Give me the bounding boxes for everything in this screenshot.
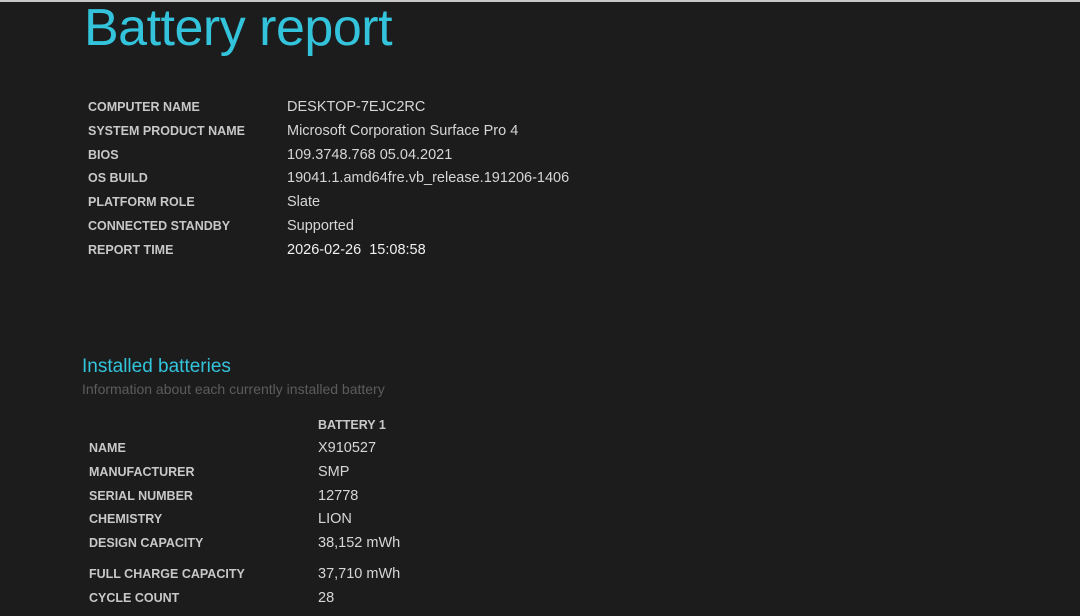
battery-label: CHEMISTRY — [89, 512, 163, 527]
battery-label: MANUFACTURER — [89, 464, 195, 479]
battery-value: 12778 — [318, 487, 359, 504]
battery-column-header: BATTERY 1 — [318, 418, 386, 432]
battery-label: DESIGN CAPACITY — [89, 536, 204, 551]
info-value: DESKTOP-7EJC2RC — [287, 99, 426, 115]
info-value: 2026-02-26 15:08:58 — [287, 241, 426, 258]
battery-value: X910527 — [318, 440, 377, 456]
info-label: OS BUILD — [88, 171, 148, 186]
installed-batteries-subtitle: Information about each currently install… — [82, 381, 385, 397]
battery-label: NAME — [89, 441, 126, 455]
battery-value: 28 — [318, 589, 335, 606]
battery-label: CYCLE COUNT — [89, 590, 180, 605]
info-value: 109.3748.768 05.04.2021 — [287, 146, 453, 163]
info-label: CONNECTED STANDBY — [88, 218, 231, 233]
page-title: Battery report — [84, 0, 393, 57]
info-label: BIOS — [88, 147, 119, 162]
battery-value: SMP — [318, 463, 350, 480]
info-value: Supported — [287, 217, 354, 234]
info-value: Microsoft Corporation Surface Pro 4 — [287, 122, 519, 139]
info-label: REPORT TIME — [88, 242, 174, 257]
battery-value: 38,152 mWh — [318, 535, 401, 552]
info-value: Slate — [287, 194, 321, 211]
info-label: SYSTEM PRODUCT NAME — [88, 123, 245, 138]
info-label: PLATFORM ROLE — [88, 195, 195, 210]
info-value: 19041.1.amd64fre.vb_release.191206-1406 — [287, 170, 570, 187]
battery-label: SERIAL NUMBER — [89, 488, 193, 503]
info-label: COMPUTER NAME — [88, 100, 200, 114]
battery-value: LION — [318, 511, 352, 528]
battery-label: FULL CHARGE CAPACITY — [89, 566, 245, 581]
battery-value: 37,710 mWh — [318, 565, 401, 582]
installed-batteries-heading: Installed batteries — [82, 356, 231, 377]
